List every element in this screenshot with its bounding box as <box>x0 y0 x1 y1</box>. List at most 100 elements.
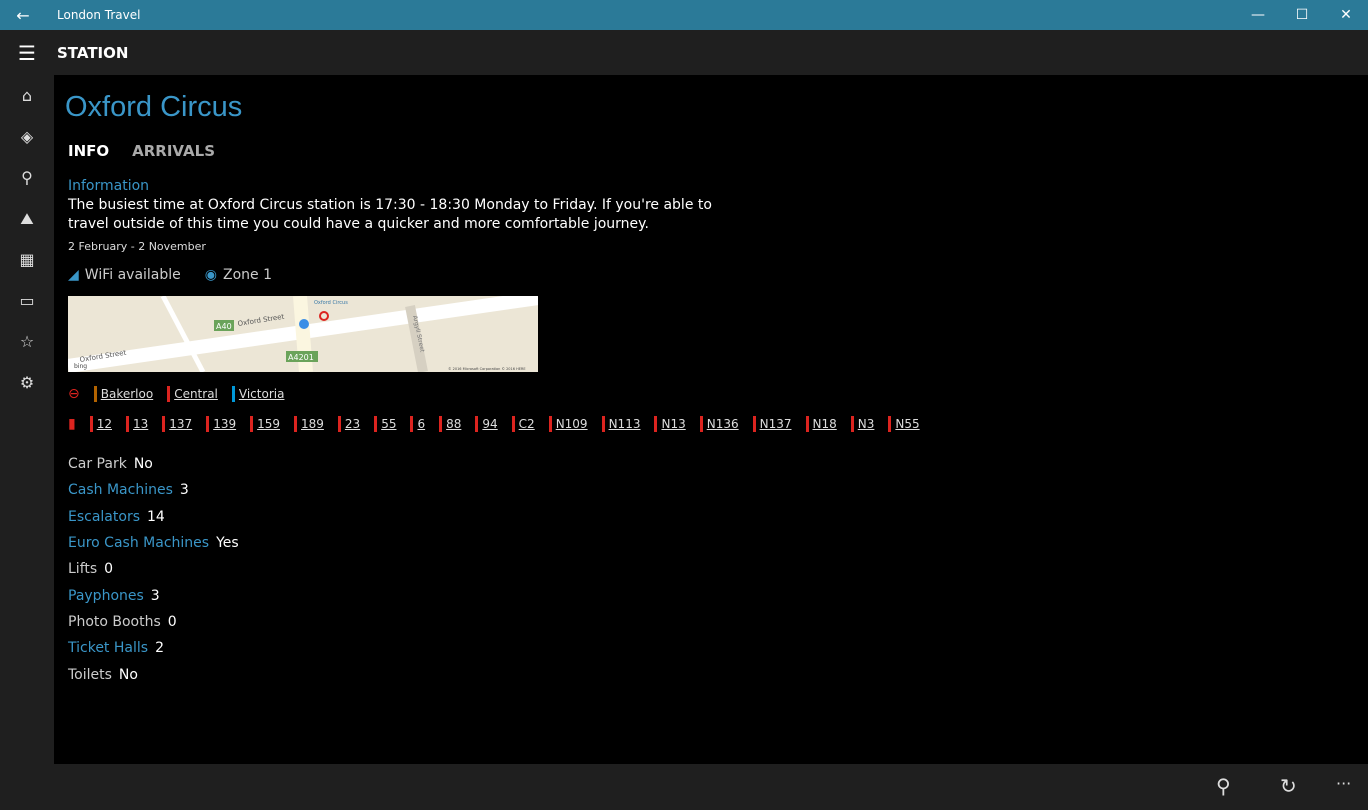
settings-icon: ⚙ <box>19 373 35 392</box>
facility-name: Car Park <box>68 456 127 473</box>
tube-line-name: Victoria <box>238 387 285 401</box>
bus-route-link[interactable]: N136 <box>699 416 739 432</box>
information-section: Information The busiest time at Oxford C… <box>68 177 738 256</box>
wifi-icon: ◢ <box>68 267 79 283</box>
route-color-bar <box>374 416 378 432</box>
bus-route-number: N136 <box>706 417 739 431</box>
route-color-bar <box>250 416 254 432</box>
bus-route-link[interactable]: 6 <box>410 416 425 432</box>
sidebar-item-favorites[interactable]: ☆ <box>0 321 54 362</box>
facility-name[interactable]: Escalators <box>68 509 140 525</box>
route-color-bar <box>89 416 93 432</box>
sidebar: ⌂ ◈ ⚲ ⛰ ▦ ▭ ☆ ⚙ <box>0 75 54 764</box>
sidebar-item-message[interactable]: ▭ <box>0 280 54 321</box>
zone-feature: ◉ Zone 1 <box>205 267 272 283</box>
sidebar-item-home[interactable]: ⌂ <box>0 75 54 116</box>
route-color-bar <box>548 416 552 432</box>
map-image: A40 A4201 Oxford Street Oxford Street Ox… <box>68 296 538 372</box>
minimize-button[interactable]: — <box>1236 7 1280 23</box>
bus-route-number: 137 <box>169 417 193 431</box>
bus-route-link[interactable]: N109 <box>548 416 588 432</box>
route-color-bar <box>475 416 479 432</box>
map-label-station: Oxford Circus <box>314 300 348 306</box>
tab-arrivals[interactable]: ARRIVALS <box>132 142 215 160</box>
pin-button[interactable]: ⚲ <box>1216 774 1231 798</box>
more-button[interactable]: ··· <box>1336 774 1351 793</box>
facility-row: Escalators 14 <box>68 504 239 530</box>
route-color-bar <box>601 416 605 432</box>
sidebar-item-directions[interactable]: ◈ <box>0 116 54 157</box>
back-button[interactable]: ← <box>0 6 46 25</box>
line-color-bar <box>231 386 235 402</box>
close-button[interactable]: ✕ <box>1324 7 1368 23</box>
tube-line-link[interactable]: Bakerloo <box>93 386 154 402</box>
sidebar-item-search[interactable]: ⚲ <box>0 157 54 198</box>
facility-value: 3 <box>179 482 189 499</box>
wifi-label: WiFi available <box>84 267 181 283</box>
facility-name[interactable]: Payphones <box>68 588 144 604</box>
bus-route-link[interactable]: 13 <box>126 416 148 432</box>
search-icon: ⚲ <box>21 168 33 187</box>
route-color-bar <box>126 416 129 432</box>
bus-route-link[interactable]: 94 <box>475 416 498 432</box>
bus-route-link[interactable]: 23 <box>337 416 360 432</box>
tube-line-link[interactable]: Victoria <box>231 386 285 402</box>
maximize-button[interactable]: ☐ <box>1280 7 1324 23</box>
information-heading[interactable]: Information <box>68 177 738 196</box>
bus-route-link[interactable]: N3 <box>850 416 875 432</box>
station-map[interactable]: A40 A4201 Oxford Street Oxford Street Ox… <box>68 296 538 372</box>
bus-route-link[interactable]: N13 <box>654 416 686 432</box>
route-color-bar <box>888 416 892 432</box>
bus-route-link[interactable]: N55 <box>888 416 920 432</box>
facility-value: No <box>118 666 138 683</box>
main-content: Oxford Circus INFO ARRIVALS Information … <box>54 75 1368 764</box>
window-title: London Travel <box>57 8 141 22</box>
bus-route-number: 13 <box>133 417 149 431</box>
route-color-bar <box>439 416 443 432</box>
facility-row: Toilets No <box>68 661 239 687</box>
facility-value: 0 <box>167 613 177 630</box>
bus-route-link[interactable]: 55 <box>374 416 396 432</box>
underground-marker-icon <box>319 311 329 321</box>
facility-name[interactable]: Ticket Halls <box>68 640 148 656</box>
sidebar-item-map[interactable]: ▦ <box>0 239 54 280</box>
bus-route-link[interactable]: 12 <box>89 416 112 432</box>
bus-route-number: 159 <box>257 417 280 431</box>
bus-route-number: C2 <box>518 417 535 431</box>
route-color-bar <box>410 416 414 432</box>
sidebar-item-walk[interactable]: ⛰ <box>0 198 54 239</box>
tab-info[interactable]: INFO <box>68 142 109 160</box>
bus-route-link[interactable]: N137 <box>752 416 792 432</box>
underground-icon: ⊖ <box>68 386 80 402</box>
facility-value: Yes <box>216 535 239 552</box>
tube-line-link[interactable]: Central <box>167 386 218 402</box>
section-title: STATION <box>57 43 129 62</box>
tube-line-name: Bakerloo <box>100 387 154 401</box>
bus-route-link[interactable]: 139 <box>206 416 236 432</box>
facility-value: 2 <box>155 640 164 657</box>
favorites-icon: ☆ <box>19 332 35 351</box>
bus-routes: ▮ 12 13 137 139 159 189 23 55 6 88 94 C2 N109 N113 N13… <box>68 416 920 432</box>
facility-name[interactable]: Euro Cash Machines <box>68 535 209 551</box>
sidebar-item-settings[interactable]: ⚙ <box>0 362 54 403</box>
facility-row: Car Park No <box>68 451 239 477</box>
line-color-bar <box>93 386 97 402</box>
bus-route-number: N3 <box>857 417 875 431</box>
facility-name: Photo Booths <box>68 613 161 630</box>
facility-value: 14 <box>147 508 165 525</box>
bus-route-link[interactable]: 189 <box>294 416 324 432</box>
command-bar: ⚲ ↻ ··· <box>0 764 1368 810</box>
bus-route-link[interactable]: N113 <box>601 416 640 432</box>
bus-route-link[interactable]: C2 <box>511 416 535 432</box>
bus-route-link[interactable]: N18 <box>805 416 837 432</box>
facility-row: Cash Machines 3 <box>68 477 239 503</box>
bus-route-link[interactable]: 137 <box>162 416 192 432</box>
hamburger-menu-icon[interactable]: ☰ <box>0 41 54 65</box>
refresh-button[interactable]: ↻ <box>1280 774 1297 798</box>
facility-name[interactable]: Cash Machines <box>68 482 173 498</box>
bus-route-link[interactable]: 159 <box>250 416 280 432</box>
route-color-bar <box>699 416 703 432</box>
route-color-bar <box>654 416 658 432</box>
bus-route-link[interactable]: 88 <box>439 416 461 432</box>
page-title: Oxford Circus <box>65 91 243 123</box>
